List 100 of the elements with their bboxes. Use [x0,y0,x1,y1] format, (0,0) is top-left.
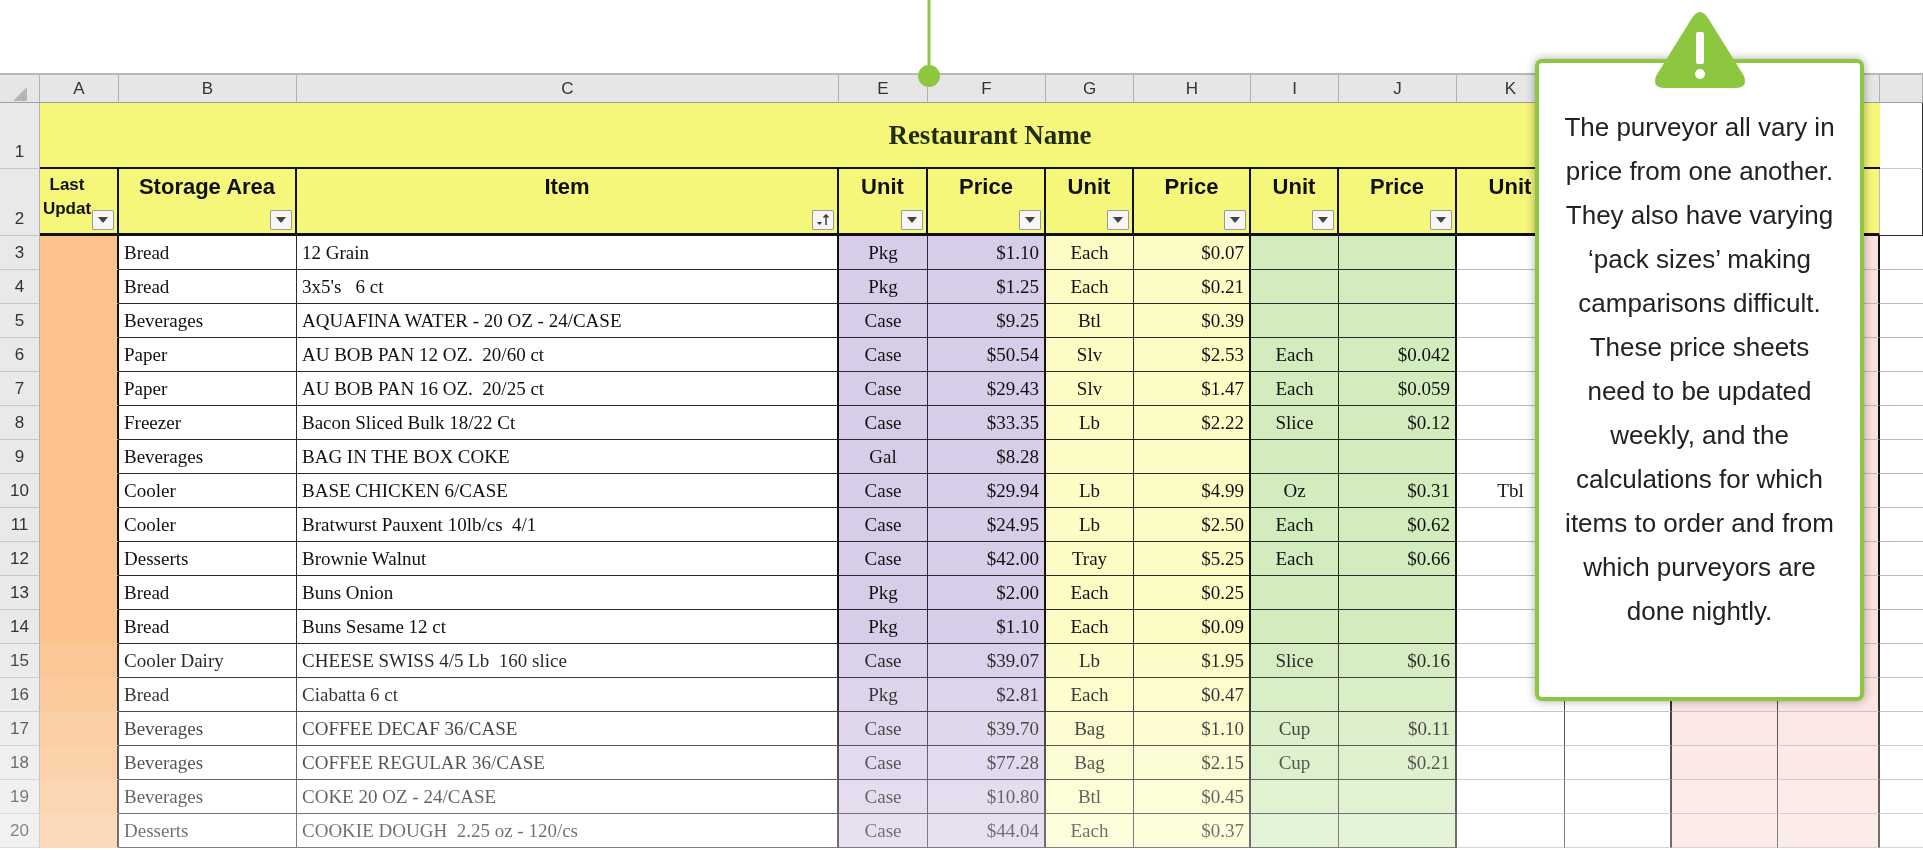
table-cell: Slice [1251,406,1339,440]
table-cell: Cooler [119,474,297,508]
table-cell: Case [839,508,928,542]
filter-dropdown-button[interactable] [1312,210,1334,230]
table-cell: Pkg [839,236,928,270]
row-number: 18 [0,746,40,780]
table-cell: Beverages [119,780,297,814]
column-letter[interactable]: C [297,75,839,103]
table-cell: $5.25 [1134,542,1251,576]
table-cell: $2.50 [1134,508,1251,542]
column-letter[interactable]: J [1339,75,1457,103]
row-number: 15 [0,644,40,678]
column-letter[interactable]: H [1134,75,1251,103]
table-cell [1864,270,1880,304]
filter-dropdown-button[interactable] [92,210,114,230]
table-cell: Gal [839,440,928,474]
table-cell: $0.66 [1339,542,1457,576]
table-cell: Beverages [119,304,297,338]
caret-down-icon [275,216,287,224]
table-cell: $39.70 [928,712,1046,746]
table-cell [1864,576,1880,610]
table-cell [1864,304,1880,338]
column-header: Item [544,173,590,201]
filter-dropdown-button[interactable] [901,210,923,230]
table-cell: $77.28 [928,746,1046,780]
column-header: Price [1164,173,1219,201]
table-cell: COFFEE REGULAR 36/CASE [297,746,839,780]
table-cell: Beverages [119,712,297,746]
row-number: 5 [0,304,40,338]
table-cell: Cup [1251,746,1339,780]
table-cell: $29.43 [928,372,1046,406]
table-cell: $1.10 [928,236,1046,270]
table-cell: $0.09 [1134,610,1251,644]
table-cell: Paper [119,372,297,406]
row-number: 13 [0,576,40,610]
caret-down-icon [1435,216,1447,224]
table-cell: Freezer [119,406,297,440]
table-cell: $0.47 [1134,678,1251,712]
filter-dropdown-button[interactable] [1019,210,1041,230]
table-cell: Cooler [119,508,297,542]
table-cell: $10.80 [928,780,1046,814]
filter-dropdown-button[interactable] [1107,210,1129,230]
row-number: 14 [0,610,40,644]
table-cell: Btl [1046,304,1134,338]
caret-down-icon [97,216,109,224]
table-cell: COOKIE DOUGH 2.25 oz - 120/cs [297,814,839,848]
table-cell: $0.21 [1339,746,1457,780]
row-number: 7 [0,372,40,406]
column-letter[interactable]: E [839,75,928,103]
column-header: Last Updat [42,174,92,220]
table-cell: Each [1046,678,1134,712]
table-cell [1864,440,1880,474]
table-cell [1864,372,1880,406]
table-cell: Bread [119,678,297,712]
table-cell: $0.45 [1134,780,1251,814]
table-cell: Pkg [839,610,928,644]
table-cell [1864,236,1880,270]
table-cell: $39.07 [928,644,1046,678]
column-letter[interactable]: F [928,75,1046,103]
table-cell: Each [1046,610,1134,644]
table-cell: Each [1251,508,1339,542]
table-cell: $1.47 [1134,372,1251,406]
table-cell: $0.62 [1339,508,1457,542]
column-letter[interactable]: I [1251,75,1339,103]
row-number: 19 [0,780,40,814]
table-cell: $0.37 [1134,814,1251,848]
table-cell: $0.21 [1134,270,1251,304]
table-cell: Case [839,814,928,848]
table-cell: Case [839,304,928,338]
table-cell: Bread [119,576,297,610]
filter-dropdown-button[interactable] [1224,210,1246,230]
table-cell: Case [839,542,928,576]
table-cell: Bread [119,270,297,304]
caret-down-icon [1024,216,1036,224]
row-number: 11 [0,508,40,542]
column-letter[interactable]: G [1046,75,1134,103]
row-number: 10 [0,474,40,508]
table-cell: $1.95 [1134,644,1251,678]
column-header: Storage Area [138,173,276,201]
sheet-title: Restaurant Name [888,118,1092,152]
sort-filter-button[interactable] [812,210,834,230]
table-cell: Desserts [119,542,297,576]
filter-dropdown-button[interactable] [1430,210,1452,230]
table-cell: Each [1046,814,1134,848]
table-cell: Beverages [119,746,297,780]
table-cell [1864,508,1880,542]
table-cell: $2.81 [928,678,1046,712]
table-cell: Tray [1046,542,1134,576]
table-cell [1864,644,1880,678]
table-cell: $8.28 [928,440,1046,474]
caret-down-icon [1229,216,1241,224]
filter-dropdown-button[interactable] [270,210,292,230]
table-cell: $50.54 [928,338,1046,372]
table-cell: Case [839,644,928,678]
caret-down-icon [1112,216,1124,224]
table-cell: Case [839,372,928,406]
column-letter[interactable]: B [119,75,297,103]
column-header: Price [959,173,1013,201]
table-cell: $0.12 [1339,406,1457,440]
column-letter[interactable]: A [40,75,119,103]
